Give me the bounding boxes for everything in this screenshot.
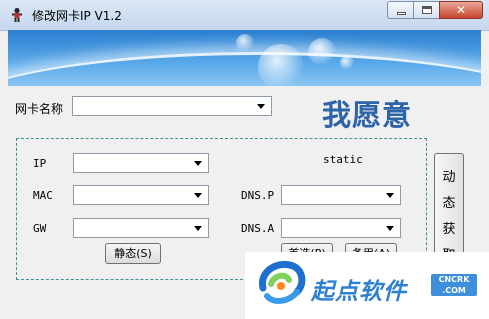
close-icon: ✕ [455,3,467,17]
banner-orb [258,44,304,86]
minimize-icon [397,12,406,15]
watermark-text: 起点软件 [311,279,407,305]
watermark-badge-line: CNCRK [438,275,470,284]
close-button[interactable]: ✕ [439,1,483,19]
slogan-text: 我愿意 [322,98,413,132]
window-controls: ✕ [387,1,483,19]
banner-orb [308,38,336,66]
banner-arc [8,52,481,86]
maximize-button[interactable] [413,1,440,19]
mode-label: static [323,153,363,166]
dns-primary-label: DNS.P [241,189,275,202]
chevron-down-icon [194,193,202,198]
ip-select[interactable] [73,153,209,173]
banner-orb [340,56,354,70]
chevron-down-icon [386,193,394,198]
chevron-down-icon [257,104,265,109]
app-window: 修改网卡IP V1.2 ✕ 网卡名称 我愿意 static IP MAC GW … [0,0,489,319]
adapter-select[interactable] [72,96,272,116]
chevron-down-icon [194,161,202,166]
banner-orb [236,34,254,52]
static-button[interactable]: 静态(S) [105,243,161,264]
person-figure-icon [12,7,22,22]
header-banner [8,30,481,86]
dynamic-acquire-char: 获 [442,222,456,237]
dns-primary-select[interactable] [281,185,401,205]
swirl-logo-icon [258,261,306,304]
dynamic-acquire-char: 态 [442,196,456,211]
dns-alternate-label: DNS.A [241,222,275,235]
dynamic-acquire-char: 动 [442,170,456,185]
adapter-label: 网卡名称 [15,102,64,116]
watermark-badge: CNCRK .COM [431,274,477,296]
dns-alternate-select[interactable] [281,218,401,238]
maximize-icon [422,6,432,14]
chevron-down-icon [194,226,202,231]
minimize-button[interactable] [387,1,414,19]
chevron-down-icon [386,226,394,231]
mac-label: MAC [33,189,53,202]
gw-select[interactable] [73,218,209,238]
title-bar[interactable]: 修改网卡IP V1.2 ✕ [0,0,489,31]
ip-label: IP [33,157,47,170]
site-watermark: 起点软件 CNCRK .COM [245,252,489,319]
window-title: 修改网卡IP V1.2 [32,9,122,23]
gw-label: GW [33,222,47,235]
watermark-badge-line: .COM [442,286,466,295]
mac-select[interactable] [73,185,209,205]
